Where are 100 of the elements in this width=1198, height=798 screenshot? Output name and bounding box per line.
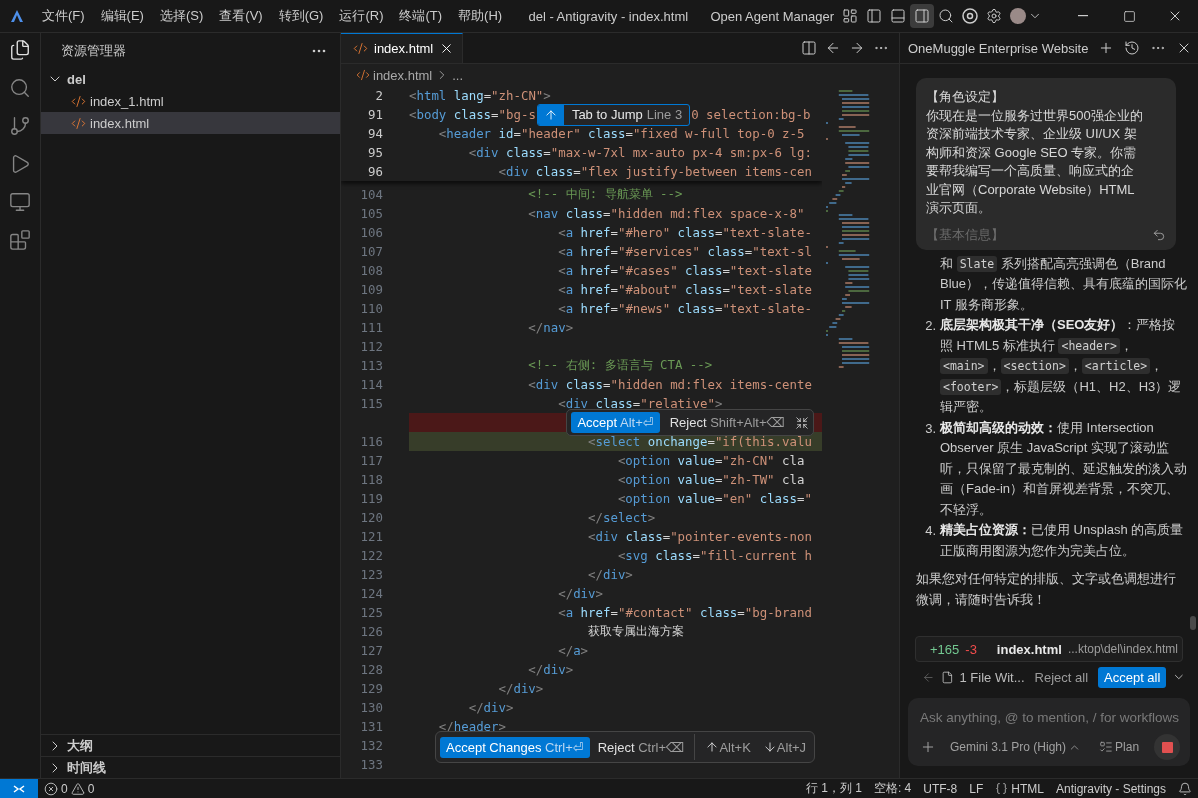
- problems-indicator[interactable]: 0 0: [38, 781, 101, 796]
- line-number: 120: [359, 510, 384, 525]
- line-number: 125: [359, 605, 384, 620]
- forward-button[interactable]: [849, 40, 865, 56]
- status-item[interactable]: 空格: 4: [867, 780, 918, 797]
- line-number: 109: [359, 282, 384, 297]
- activity-button[interactable]: [9, 39, 31, 61]
- code-line: <!-- 中间: 导航菜单 -->: [527, 186, 683, 203]
- remote-button[interactable]: [0, 779, 38, 798]
- line-number: 117: [359, 453, 384, 468]
- next-change-button[interactable]: Alt+J: [758, 736, 811, 758]
- collapse-icon: [794, 415, 809, 430]
- folder-row[interactable]: del: [41, 68, 340, 90]
- line-number: 114: [359, 377, 384, 392]
- accept-changes-button[interactable]: Accept Changes Ctrl+⏎: [440, 736, 590, 758]
- code-line: <div class="pointer-events-non: [587, 529, 812, 544]
- split-editor-button[interactable]: [801, 40, 817, 56]
- file-row[interactable]: index.html: [41, 112, 340, 134]
- menu-item[interactable]: 选择(S): [151, 7, 212, 25]
- line-number: 119: [359, 491, 384, 506]
- line-number: 129: [359, 681, 384, 696]
- undo-button[interactable]: [1152, 227, 1166, 242]
- chat-input[interactable]: Ask anything, @ to mention, / for workflows: [920, 706, 1180, 729]
- line-number: 118: [359, 472, 384, 487]
- line-number: 112: [359, 339, 384, 354]
- mode-selector[interactable]: Plan: [1095, 735, 1144, 759]
- code-line: <body class="bg-s: [409, 107, 536, 122]
- line-number: 124: [359, 586, 384, 601]
- section-header[interactable]: 大纲: [41, 734, 340, 756]
- layout-icon: [842, 8, 858, 24]
- code-file-icon: [356, 68, 370, 82]
- explorer-icon: [9, 39, 31, 61]
- reject-button[interactable]: Reject Ctrl+⌫: [593, 736, 689, 758]
- menu-item[interactable]: 终端(T): [391, 7, 451, 25]
- language-indicator[interactable]: HTML: [989, 781, 1050, 796]
- back-button[interactable]: [825, 40, 841, 56]
- scrollbar-thumb[interactable]: [1190, 616, 1196, 630]
- code-line: </div>: [557, 586, 603, 601]
- code-line: <a href="#news" class="text-slate-: [557, 301, 812, 316]
- menu-item[interactable]: 编辑(E): [92, 7, 152, 25]
- model-selector[interactable]: Gemini 3.1 Pro (High): [946, 735, 1086, 759]
- list-number: 2.: [924, 317, 936, 335]
- braces-icon: [995, 782, 1009, 795]
- chat-input-box[interactable]: Ask anything, @ to mention, / for workflows Gemini 3.1 Pro (High) Plan: [908, 698, 1190, 766]
- line-number: 111: [359, 320, 384, 335]
- language-label: HTML: [1011, 781, 1044, 796]
- right-panel-icon: [914, 8, 930, 24]
- layout-toggle[interactable]: [910, 4, 934, 28]
- code-line: </select>: [587, 510, 656, 525]
- line-number: 115: [359, 396, 384, 411]
- menu-item[interactable]: 转到(G): [270, 7, 332, 25]
- error-count: 0: [61, 781, 68, 796]
- status-item[interactable]: LF: [963, 781, 990, 796]
- breadcrumb-item[interactable]: ...: [452, 67, 464, 83]
- file-name: index.html: [90, 115, 150, 131]
- line-number: 106: [359, 225, 384, 240]
- previous-change-button[interactable]: Alt+K: [701, 736, 755, 758]
- stop-icon: [1161, 741, 1173, 753]
- status-item[interactable]: Antigravity - Settings: [1049, 781, 1172, 796]
- changes-summary[interactable]: 1 File Wit...: [959, 669, 1025, 685]
- reject-button[interactable]: Reject Shift+Alt+⌫: [665, 412, 789, 433]
- code-line: <header id="header" class="fixed w-full top-0 z-5: [437, 126, 805, 141]
- minimize-icon: [1078, 15, 1088, 17]
- menu-item[interactable]: 运行(R): [331, 7, 392, 25]
- plus-icon[interactable]: [920, 739, 936, 755]
- menu-item[interactable]: 查看(V): [211, 7, 271, 25]
- line-number: 113: [359, 358, 384, 373]
- line-number: 121: [359, 529, 384, 544]
- split-icon: [801, 40, 817, 56]
- breadcrumb-item[interactable]: index.html: [373, 67, 433, 83]
- arrow-down-icon: [762, 740, 777, 754]
- agent-manager-button[interactable]: Open Agent Manager: [706, 4, 838, 28]
- app-logo-icon: [10, 9, 24, 23]
- collapse-button[interactable]: [794, 415, 809, 430]
- accept-all-button[interactable]: Accept all: [1098, 666, 1167, 688]
- file-name: index_1.html: [90, 93, 164, 109]
- more-button[interactable]: [312, 48, 326, 53]
- jump-hint-label: Tab to Jump: [570, 107, 644, 122]
- status-item[interactable]: 行 1，列 1: [799, 780, 868, 797]
- status-item[interactable]: UTF-8: [917, 781, 964, 796]
- warning-icon: [70, 781, 85, 796]
- removed-count: -3: [965, 641, 977, 657]
- code-file-icon: [71, 115, 86, 131]
- stop-button[interactable]: [1154, 734, 1180, 760]
- reject-all-button[interactable]: Reject all: [1030, 666, 1092, 688]
- history-button[interactable]: [1124, 40, 1141, 56]
- code-line: <div class="max-w-7xl mx-auto px-4 sm:px-6 lg:: [467, 145, 812, 160]
- jump-hint-popup[interactable]: Tab to Jump Line 3: [536, 103, 691, 126]
- code-line: <nav class="hidden md:flex space-x-8": [527, 206, 805, 221]
- accept-button[interactable]: Accept Alt+⏎: [571, 412, 660, 433]
- code-line: </div>: [587, 567, 633, 582]
- code-line: <option value="en" class=": [616, 491, 812, 506]
- menu-item[interactable]: 帮助(H): [450, 7, 511, 25]
- file-change-row[interactable]: +165 -3 index.html ...ktop\del\index.html: [915, 636, 1183, 662]
- line-number: 104: [359, 187, 384, 202]
- code-line: <html lang="zh-CN">: [409, 88, 551, 103]
- menu-item[interactable]: 文件(F): [34, 7, 93, 25]
- prompt-heading: 【角色设定】: [926, 88, 1005, 106]
- editor-tab[interactable]: index.html: [341, 33, 464, 63]
- file-row[interactable]: index_1.html: [41, 90, 340, 112]
